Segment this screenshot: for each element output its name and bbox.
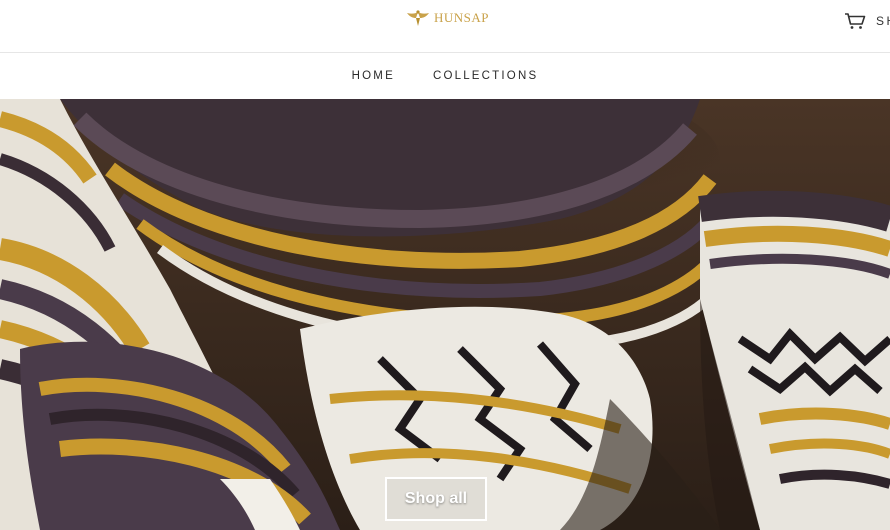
hero-banner [0, 99, 890, 530]
brand-name: HUNSAP [434, 10, 490, 25]
main-navigation: HOME COLLECTIONS [0, 53, 890, 99]
shop-all-button[interactable]: Shop all [385, 477, 487, 521]
nav-item-collections[interactable]: COLLECTIONS [433, 70, 538, 82]
nav-item-home[interactable]: HOME [352, 70, 395, 82]
winged-emblem-icon [407, 10, 429, 26]
site-header: HUNSAP SH [0, 0, 890, 53]
cart-icon [845, 13, 866, 29]
cart-link[interactable]: SH [844, 11, 890, 31]
hero-image [0, 99, 890, 530]
cart-label[interactable]: SH [876, 14, 890, 28]
brand-logo[interactable]: HUNSAP [405, 7, 489, 29]
